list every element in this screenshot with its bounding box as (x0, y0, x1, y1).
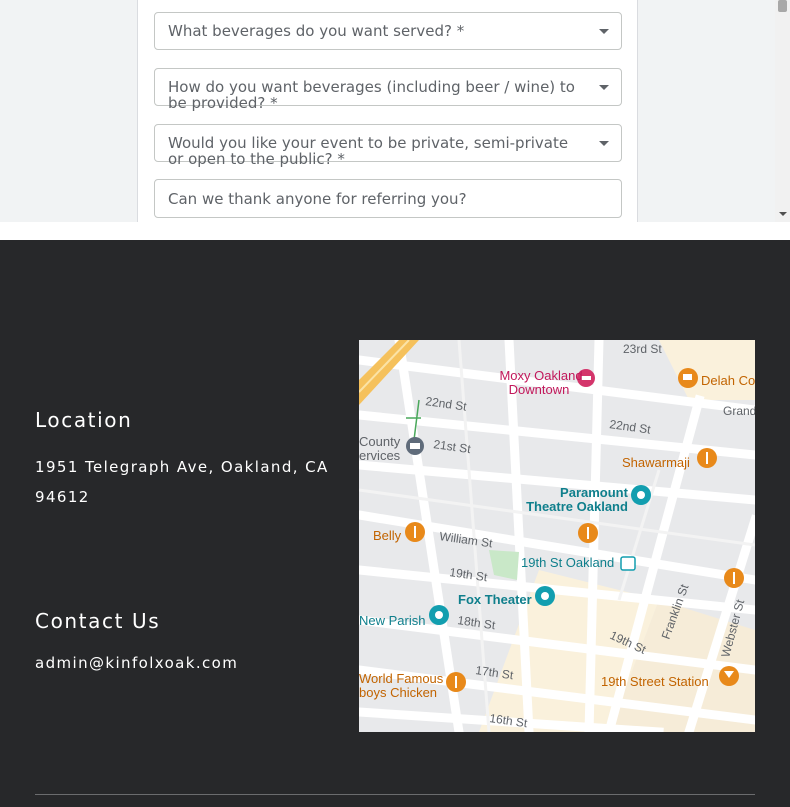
beverages-served-dropdown[interactable]: What beverages do you want served? * (154, 12, 622, 50)
dropdown-label: How do you want beverages (including bee… (168, 78, 575, 112)
transit-icon (620, 556, 636, 571)
poi-label: Downtown (509, 382, 570, 397)
footer-divider (35, 794, 755, 795)
caret-down-icon (599, 141, 609, 146)
poi-restaurant[interactable] (578, 523, 598, 543)
site-footer: Location 1951 Telegraph Ave, Oakland, CA… (0, 240, 790, 807)
map-canvas[interactable]: 23rd St 22nd St 22nd St 21st St William … (359, 340, 755, 732)
input-placeholder: Can we thank anyone for referring you? (168, 190, 467, 208)
scroll-down-arrow-icon[interactable] (779, 212, 787, 216)
dropdown-label: Would you like your event to be private,… (168, 134, 569, 168)
map-street-label: Grand (723, 404, 755, 418)
poi-label: Moxy Oakland (499, 368, 582, 383)
cafe-icon (683, 374, 692, 380)
poi-label: Delah Co (701, 373, 755, 388)
form-card: What beverages do you want served? * How… (137, 0, 638, 222)
referral-input[interactable]: Can we thank anyone for referring you? (154, 179, 622, 218)
event-privacy-dropdown[interactable]: Would you like your event to be private,… (154, 124, 622, 167)
poi-label: ervices (359, 448, 401, 463)
email-link[interactable]: admin@kinfolxoak.com (35, 654, 238, 672)
caret-down-icon (599, 29, 609, 34)
location-heading: Location (35, 408, 133, 432)
beverages-provided-dropdown[interactable]: How do you want beverages (including bee… (154, 68, 622, 111)
poi-label: boys Chicken (359, 685, 437, 700)
map-street-label: 23rd St (623, 342, 662, 356)
poi-label: Belly (373, 528, 402, 543)
theater-icon (637, 491, 645, 499)
contact-heading: Contact Us (35, 609, 161, 633)
poi-label: New Parish (359, 613, 425, 628)
poi-label: 19th Street Station (601, 674, 709, 689)
section-gap (0, 222, 790, 240)
poi-label: Paramount (560, 485, 629, 500)
poi-label: Theatre Oakland (526, 499, 628, 514)
form-scrollbar[interactable] (775, 0, 790, 222)
poi-label: Fox Theater (458, 592, 532, 607)
dropdown-label: What beverages do you want served? * (168, 22, 465, 40)
caret-down-icon (599, 85, 609, 90)
poi-restaurant[interactable] (724, 568, 744, 588)
poi-label: County (359, 434, 401, 449)
poi-label: Shawarmaji (622, 455, 690, 470)
poi-label: 19th St Oakland (521, 555, 614, 570)
scrollbar-thumb[interactable] (778, 0, 787, 12)
theater-icon (541, 592, 549, 600)
form-embed: What beverages do you want served? * How… (0, 0, 790, 222)
theater-icon (435, 611, 443, 619)
government-icon (410, 443, 420, 449)
embedded-map[interactable]: 23rd St 22nd St 22nd St 21st St William … (359, 340, 755, 732)
address-text: 1951 Telegraph Ave, Oakland, CA 94612 (35, 458, 329, 506)
poi-label: World Famous (359, 671, 444, 686)
